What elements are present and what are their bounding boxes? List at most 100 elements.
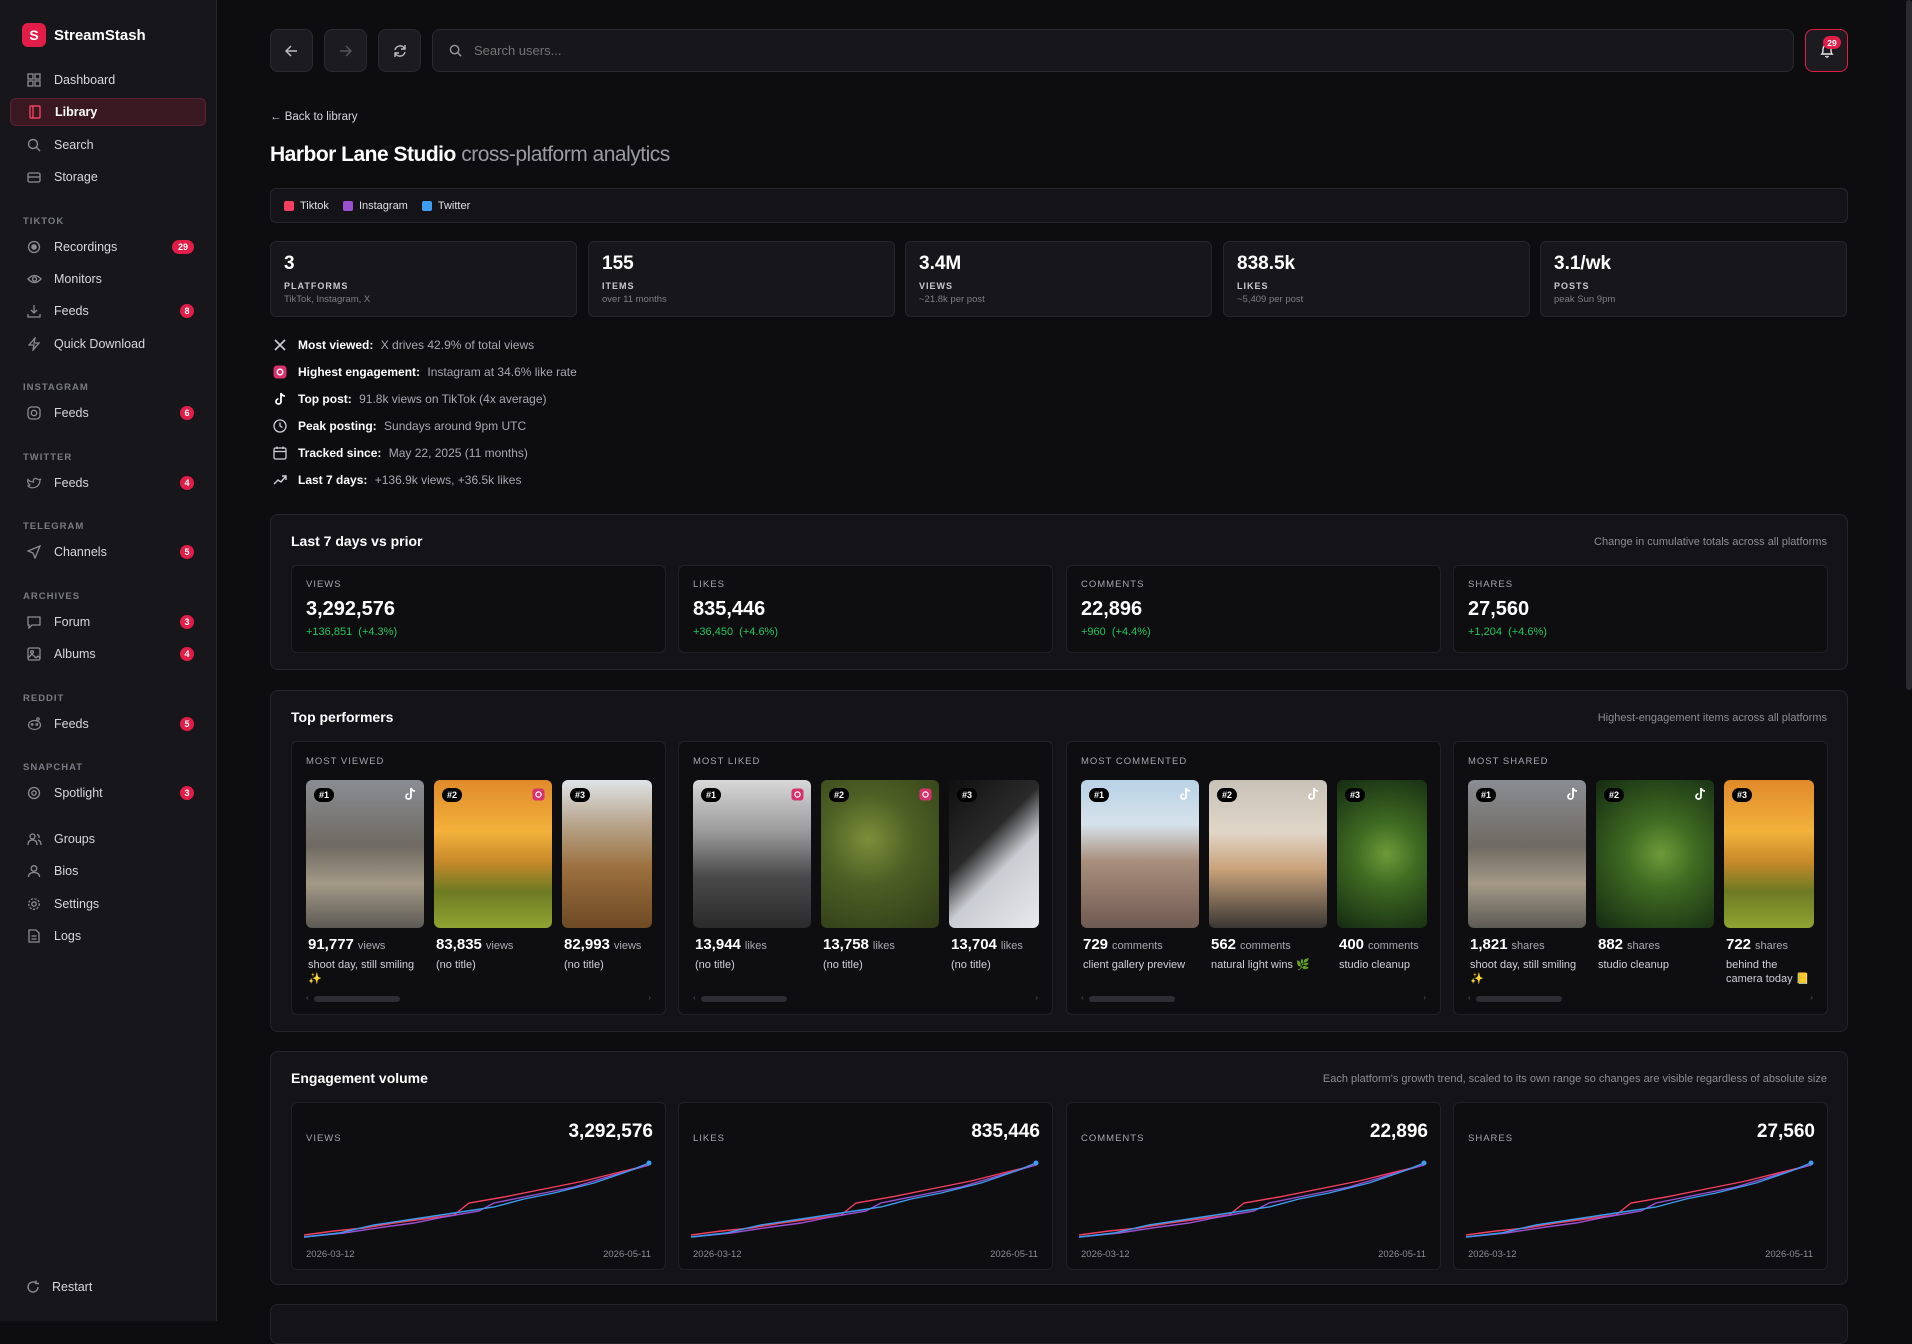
sidebar-item-label: Feeds: [54, 717, 89, 731]
sidebar-item-dashboard[interactable]: Dashboard: [10, 66, 206, 94]
scrollbar-thumb[interactable]: [701, 996, 787, 1002]
legend-tiktok[interactable]: Tiktok: [284, 200, 329, 212]
range-start: 2026-03-12: [1081, 1249, 1130, 1260]
stat-sub: ~5,409 per post: [1237, 294, 1304, 305]
scroll-left-icon[interactable]: ‹: [1468, 993, 1471, 1002]
sidebar-item-bios[interactable]: Bios: [10, 857, 206, 885]
sidebar-item-quick-download[interactable]: Quick Download: [10, 330, 206, 358]
restart-button[interactable]: Restart: [26, 1280, 92, 1294]
search-icon: [26, 137, 42, 153]
insight-value: 91.8k views on TikTok (4x average): [359, 392, 547, 406]
chat-icon: [26, 614, 42, 630]
sidebar-item-label: Feeds: [54, 406, 89, 420]
reload-button[interactable]: [378, 29, 421, 72]
top-item-thumbnail[interactable]: #1: [1081, 780, 1199, 928]
eye-icon: [26, 271, 42, 287]
scrollbar-thumb[interactable]: [1089, 996, 1175, 1002]
instagram-icon: [789, 786, 805, 802]
top-item-caption: shoot day, still smiling ✨: [308, 959, 415, 985]
sidebar-item-label: Spotlight: [54, 786, 103, 800]
sidebar-item-reddit-feeds[interactable]: Feeds 5: [10, 710, 206, 738]
scroll-left-icon[interactable]: ‹: [693, 993, 696, 1002]
top-item-thumbnail[interactable]: #2: [821, 780, 939, 928]
refresh-icon: [26, 1280, 40, 1294]
scroll-right-icon[interactable]: ›: [648, 993, 651, 1002]
stat-label: POSTS: [1554, 281, 1590, 291]
albums-badge: 4: [180, 647, 194, 661]
legend-twitter[interactable]: Twitter: [421, 200, 470, 212]
scroll-left-icon[interactable]: ‹: [1081, 993, 1084, 1002]
panel-note: Highest-engagement items across all plat…: [1597, 712, 1827, 724]
scroll-right-icon[interactable]: ›: [1810, 993, 1813, 1002]
top-item-thumbnail[interactable]: #1: [306, 780, 424, 928]
sidebar-item-instagram-feeds[interactable]: Feeds 6: [10, 399, 206, 427]
sidebar-item-albums[interactable]: Albums 4: [10, 640, 206, 668]
sidebar-item-label: Forum: [54, 615, 91, 629]
scrollbar-thumb[interactable]: [1476, 996, 1562, 1002]
scroll-right-icon[interactable]: ›: [1423, 993, 1426, 1002]
trend-line-instagram: [304, 1164, 650, 1238]
top-item-caption: behind the camera today 📒: [1726, 959, 1810, 985]
horizontal-scrollbar[interactable]: ‹ ›: [693, 993, 1038, 1002]
top-item-thumbnail[interactable]: #3: [1337, 780, 1427, 928]
delta-value: 22,896: [1081, 598, 1143, 620]
insight-highest-engagement: Highest engagement: Instagram at 34.6% l…: [272, 363, 577, 381]
top-item-thumbnail[interactable]: #2: [434, 780, 552, 928]
reddit-feeds-badge: 5: [180, 717, 194, 731]
sidebar-item-logs[interactable]: Logs: [10, 922, 206, 950]
database-icon: [26, 169, 42, 185]
notifications-button[interactable]: 29: [1805, 29, 1848, 72]
instagram-icon: [530, 786, 546, 802]
top-item-metric: 729 comments: [1083, 936, 1163, 953]
scroll-left-icon[interactable]: ‹: [306, 993, 309, 1002]
sidebar-item-groups[interactable]: Groups: [10, 825, 206, 853]
sidebar-item-tiktok-feeds[interactable]: Feeds 8: [10, 297, 206, 325]
ghost-icon: [26, 785, 42, 801]
page-scrollbar[interactable]: [1906, 0, 1912, 690]
top-item-thumbnail[interactable]: #2: [1209, 780, 1327, 928]
horizontal-scrollbar[interactable]: ‹ ›: [1468, 993, 1813, 1002]
scroll-right-icon[interactable]: ›: [1035, 993, 1038, 1002]
sidebar-item-label: Storage: [54, 170, 98, 184]
forward-nav-button[interactable]: [324, 29, 367, 72]
sidebar-item-monitors[interactable]: Monitors: [10, 265, 206, 293]
tiktok-icon: [1564, 786, 1580, 802]
legend-instagram[interactable]: Instagram: [342, 200, 408, 212]
top-item-thumbnail[interactable]: #3: [949, 780, 1039, 928]
scrollbar-thumb[interactable]: [314, 996, 400, 1002]
search-bar[interactable]: [432, 29, 1794, 72]
volume-label: COMMENTS: [1081, 1133, 1145, 1144]
range-start: 2026-03-12: [306, 1249, 355, 1260]
search-input[interactable]: [474, 43, 1793, 58]
top-item-thumbnail[interactable]: #3: [562, 780, 652, 928]
insight-label: Highest engagement:: [298, 365, 421, 379]
sidebar-item-settings[interactable]: Settings: [10, 890, 206, 918]
insight-text: Last 7 days: +136.9k views, +36.5k likes: [298, 473, 521, 487]
sidebar: S StreamStash Dashboard Library Search S…: [0, 0, 217, 1321]
sidebar-item-recordings[interactable]: Recordings 29: [10, 233, 206, 261]
back-nav-button[interactable]: [270, 29, 313, 72]
horizontal-scrollbar[interactable]: ‹ ›: [1081, 993, 1426, 1002]
sidebar-item-library[interactable]: Library: [10, 98, 206, 126]
horizontal-scrollbar[interactable]: ‹ ›: [306, 993, 651, 1002]
legend-label: Tiktok: [300, 199, 329, 212]
sidebar-item-search[interactable]: Search: [10, 131, 206, 159]
rank-badge: #2: [1217, 788, 1238, 802]
sidebar-item-forum[interactable]: Forum 3: [10, 608, 206, 636]
notifications-badge: 29: [1823, 36, 1841, 49]
sidebar-item-channels[interactable]: Channels 5: [10, 538, 206, 566]
top-item-thumbnail[interactable]: #3: [1724, 780, 1814, 928]
back-to-library-link[interactable]: ← Back to library: [270, 111, 358, 123]
top-item-thumbnail[interactable]: #1: [1468, 780, 1586, 928]
sidebar-item-spotlight[interactable]: Spotlight 3: [10, 779, 206, 807]
top-item-thumbnail[interactable]: #1: [693, 780, 811, 928]
sidebar-item-storage[interactable]: Storage: [10, 163, 206, 191]
metric-unit: likes: [1000, 940, 1023, 952]
brand[interactable]: S StreamStash: [22, 23, 146, 47]
volume-value: 27,560: [1756, 1121, 1815, 1142]
metric-value: 91,777: [308, 936, 354, 953]
top-item-thumbnail[interactable]: #2: [1596, 780, 1714, 928]
top-item-metric: 13,704 likes: [951, 936, 1023, 953]
sidebar-item-twitter-feeds[interactable]: Feeds 4: [10, 469, 206, 497]
file-icon: [26, 928, 42, 944]
